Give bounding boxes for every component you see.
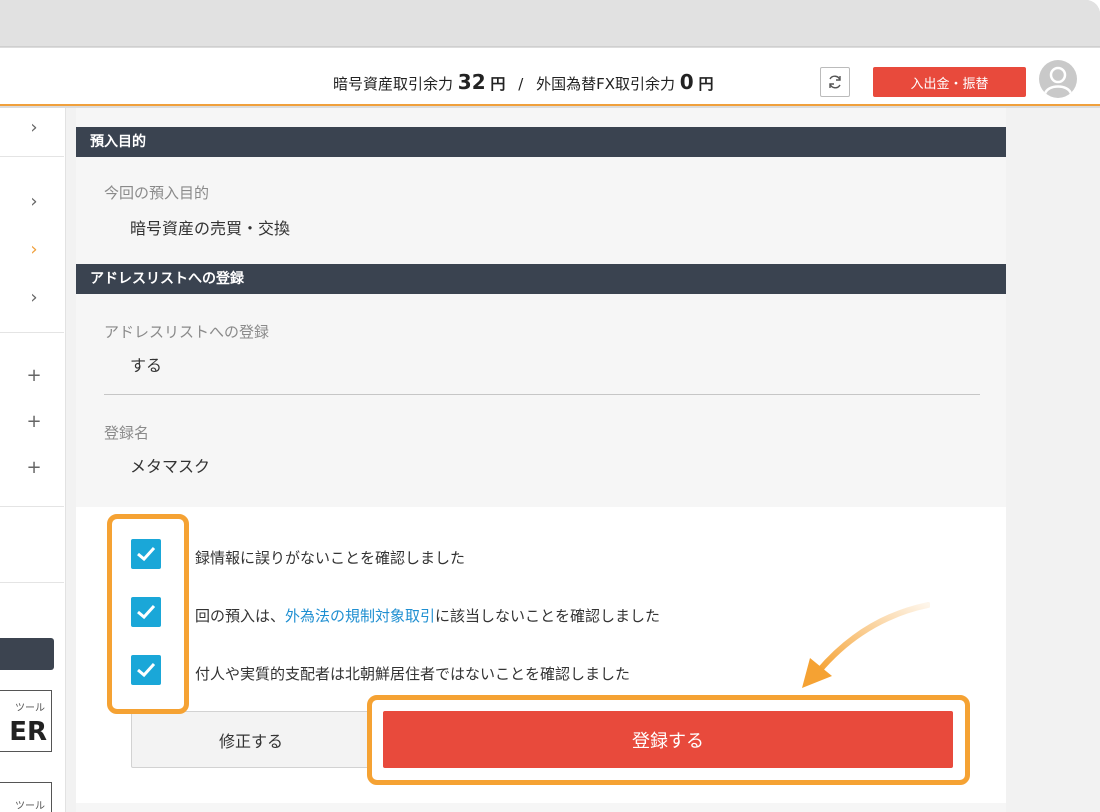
purpose-value: 暗号資産の売買・交換 xyxy=(130,219,291,238)
crypto-balance-label: 暗号資産取引余力 xyxy=(333,75,454,93)
fx-balance-label: 外国為替FX取引余力 xyxy=(536,75,675,93)
pointer-arrow-icon xyxy=(802,602,930,688)
address-list-label: アドレスリストへの登録 xyxy=(104,323,270,341)
crypto-balance: 暗号資産取引余力 32 円 / 外国為替FX取引余力 0 円 xyxy=(333,70,713,96)
window-titlebar xyxy=(0,0,1100,47)
tool-badge-caption: ツール xyxy=(15,801,45,812)
plus-icon[interactable]: + xyxy=(24,366,44,386)
fx-balance-unit: 円 xyxy=(698,75,714,93)
confirm-label-info-accurate: 録情報に誤りがないことを確認しました xyxy=(195,549,466,567)
user-icon xyxy=(1043,66,1073,95)
tool-badge[interactable]: ツール ER xyxy=(0,690,52,752)
plus-icon[interactable]: + xyxy=(24,458,44,478)
balance-separator: / xyxy=(518,75,524,93)
chevron-right-icon[interactable]: › xyxy=(24,118,44,138)
tool-badge-caption: ツール xyxy=(15,703,45,714)
app-window: 暗号資産取引余力 32 円 / 外国為替FX取引余力 0 円 入出金・振替 › … xyxy=(0,0,1100,812)
fx-law-text-pre: 回の預入は、 xyxy=(195,607,286,625)
purpose-label: 今回の預入目的 xyxy=(104,184,210,202)
dark-mode-toggle[interactable] xyxy=(0,638,54,670)
chevron-right-icon[interactable]: › xyxy=(24,288,44,308)
tool-badge-logo: ER xyxy=(9,717,47,747)
tool-badge[interactable]: ツール xyxy=(0,782,52,812)
section-header-purpose: 預入目的 xyxy=(76,127,1006,157)
register-highlight xyxy=(367,695,970,785)
deposit-transfer-button[interactable]: 入出金・振替 xyxy=(873,67,1026,97)
sidebar: › › › › + + + ツール ER ツール xyxy=(0,108,66,812)
registered-name-label: 登録名 xyxy=(104,424,150,442)
confirm-label-north-korea: 付人や実質的支配者は北朝鮮居住者ではないことを確認しました xyxy=(195,665,631,683)
refresh-icon xyxy=(829,75,841,89)
fx-law-link[interactable]: 外為法の規制対象取引 xyxy=(285,607,435,625)
registered-name-value: メタマスク xyxy=(130,457,211,476)
divider xyxy=(104,394,980,395)
checkbox-highlight xyxy=(107,514,189,714)
crypto-balance-unit: 円 xyxy=(490,75,506,93)
confirm-label-fx-law: 回の預入は、外為法の規制対象取引に該当しないことを確認しました xyxy=(195,605,660,626)
refresh-button[interactable] xyxy=(820,67,850,97)
address-list-value: する xyxy=(130,356,163,375)
crypto-balance-amount: 32 xyxy=(457,70,486,94)
fx-law-text-post: に該当しないことを確認しました xyxy=(435,607,661,625)
chevron-right-icon[interactable]: › xyxy=(24,240,44,260)
edit-button[interactable]: 修正する xyxy=(131,711,371,768)
avatar[interactable] xyxy=(1039,60,1077,98)
moon-icon xyxy=(19,646,27,662)
chevron-right-icon[interactable]: › xyxy=(24,192,44,212)
fx-balance-amount: 0 xyxy=(679,70,694,94)
section-header-address-list: アドレスリストへの登録 xyxy=(76,264,1006,294)
plus-icon[interactable]: + xyxy=(24,412,44,432)
